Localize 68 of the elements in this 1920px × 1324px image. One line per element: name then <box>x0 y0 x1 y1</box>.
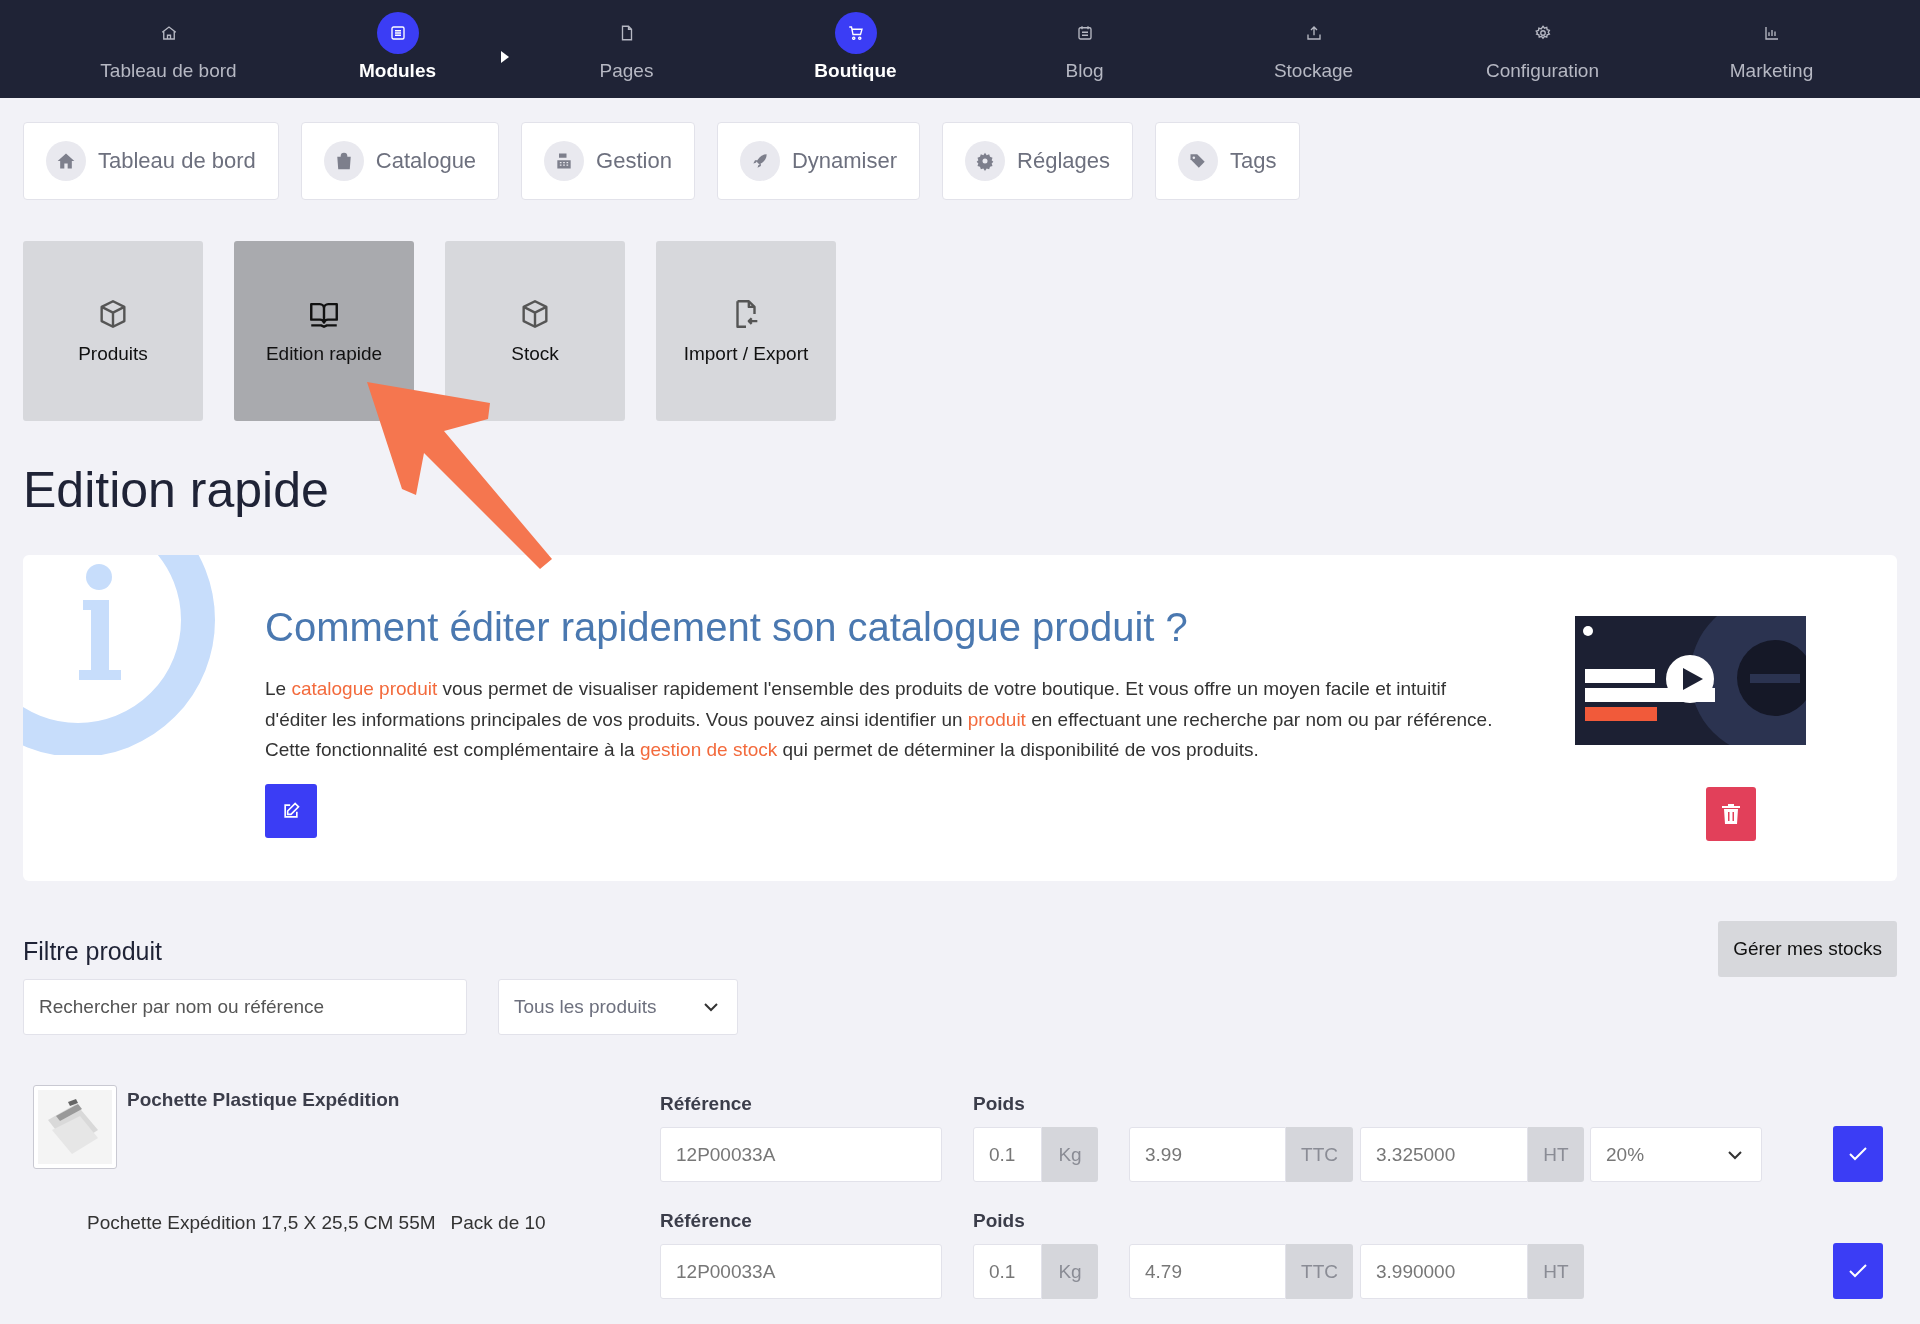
product-filter-dropdown[interactable]: Tous les produits <box>498 979 738 1035</box>
price-field[interactable]: 3.990000 <box>1360 1244 1528 1299</box>
reference-field[interactable]: 12P00033A <box>660 1127 942 1182</box>
module-tile[interactable]: Edition rapide <box>234 241 414 421</box>
info-title: Comment éditer rapidement son catalogue produit ? <box>265 605 1189 650</box>
field-label: Poids <box>973 1210 1026 1232</box>
reference-field[interactable]: 12P00033A <box>660 1244 942 1299</box>
product-name: Pochette Plastique Expédition <box>127 1089 400 1111</box>
nav-item[interactable]: Tableau de bord <box>54 12 283 82</box>
page-title: Edition rapide <box>23 465 330 515</box>
unit-label: Kg <box>1042 1244 1098 1299</box>
chevron-down-icon <box>703 1002 719 1012</box>
nav-item[interactable]: Configuration <box>1428 12 1657 82</box>
calendar-icon <box>1075 24 1094 42</box>
nav-item[interactable]: Pages <box>512 12 741 82</box>
module-tab[interactable]: Tableau de bord <box>23 122 279 200</box>
module-tab[interactable]: Gestion <box>521 122 695 200</box>
pack-label: Pack de 10 <box>450 1212 546 1234</box>
unit-label: HT <box>1528 1127 1584 1182</box>
weight-field[interactable]: 0.1 <box>973 1244 1042 1299</box>
search-field[interactable]: Rechercher par nom ou référence <box>23 979 467 1035</box>
check-icon <box>1849 1147 1867 1161</box>
edit-button[interactable] <box>265 783 317 838</box>
unit-label: HT <box>1528 1244 1584 1299</box>
check-icon <box>1849 1264 1867 1278</box>
vat-dropdown[interactable]: 20% <box>1590 1127 1762 1182</box>
nav-item[interactable]: Modules <box>283 12 512 82</box>
module-tile[interactable]: Produits <box>23 241 203 421</box>
unit-label: Kg <box>1042 1127 1098 1182</box>
module-tab[interactable]: Réglages <box>942 122 1134 200</box>
inline-link[interactable]: catalogue produit <box>291 678 438 699</box>
nav-item[interactable]: Boutique <box>741 12 970 82</box>
field-label: Poids <box>973 1093 1026 1115</box>
nav-item[interactable]: Marketing <box>1657 12 1886 82</box>
chart-icon <box>1762 24 1781 42</box>
info-paragraph: Le catalogue produit vous permet de visualiser rapidement l'ensemble des produits de votre boutique. Et vous offre un moyen facile et intuitif d'éditer les informations principales de vos produits. Vous pouvez ainsi identifier un produit en effectuant une recherche par nom ou par référence. Cette fonctionnalité est complémentaire à la gestion de stock qui permet de déterminer la disponibilité de vos produits. <box>265 677 1494 762</box>
list-icon <box>388 24 407 42</box>
home-icon <box>56 151 76 171</box>
home-icon <box>159 24 178 42</box>
module-tab[interactable]: Catalogue <box>300 122 500 200</box>
section-title: Filtre produit <box>23 937 162 966</box>
gear-icon <box>975 151 996 171</box>
field-label: Référence <box>660 1093 753 1115</box>
price-field[interactable]: 3.325000 <box>1360 1127 1528 1182</box>
weight-field[interactable]: 0.1 <box>973 1127 1042 1182</box>
variant-description: Pochette Expédition 17,5 X 25,5 CM 55M <box>87 1212 436 1234</box>
unit-label: TTC <box>1286 1244 1353 1299</box>
edit-icon <box>281 800 301 821</box>
trash-icon <box>1722 804 1740 824</box>
module-tab[interactable]: Tags <box>1155 122 1300 200</box>
price-field[interactable]: 4.79 <box>1129 1244 1286 1299</box>
manage-stock-button[interactable]: Gérer mes stocks <box>1718 921 1897 977</box>
module-tile[interactable]: Import / Export <box>656 241 836 421</box>
cart-icon <box>846 24 865 42</box>
delete-button[interactable] <box>1706 787 1756 841</box>
unit-label: TTC <box>1286 1127 1353 1182</box>
gear-icon <box>1533 24 1552 42</box>
chevron-down-icon <box>1727 1149 1743 1160</box>
caret-icon <box>500 50 510 64</box>
field-label: Référence <box>660 1210 753 1232</box>
module-tile[interactable]: Stock <box>445 241 625 421</box>
inline-link[interactable]: produit <box>967 708 1026 730</box>
nav-item[interactable]: Blog <box>970 12 1199 82</box>
inline-link[interactable]: gestion de stock <box>639 739 778 760</box>
nav-item[interactable]: Stockage <box>1199 12 1428 82</box>
upload-icon <box>1304 24 1323 42</box>
price-field[interactable]: 3.99 <box>1129 1127 1286 1182</box>
module-tab[interactable]: Dynamiser <box>716 122 921 200</box>
